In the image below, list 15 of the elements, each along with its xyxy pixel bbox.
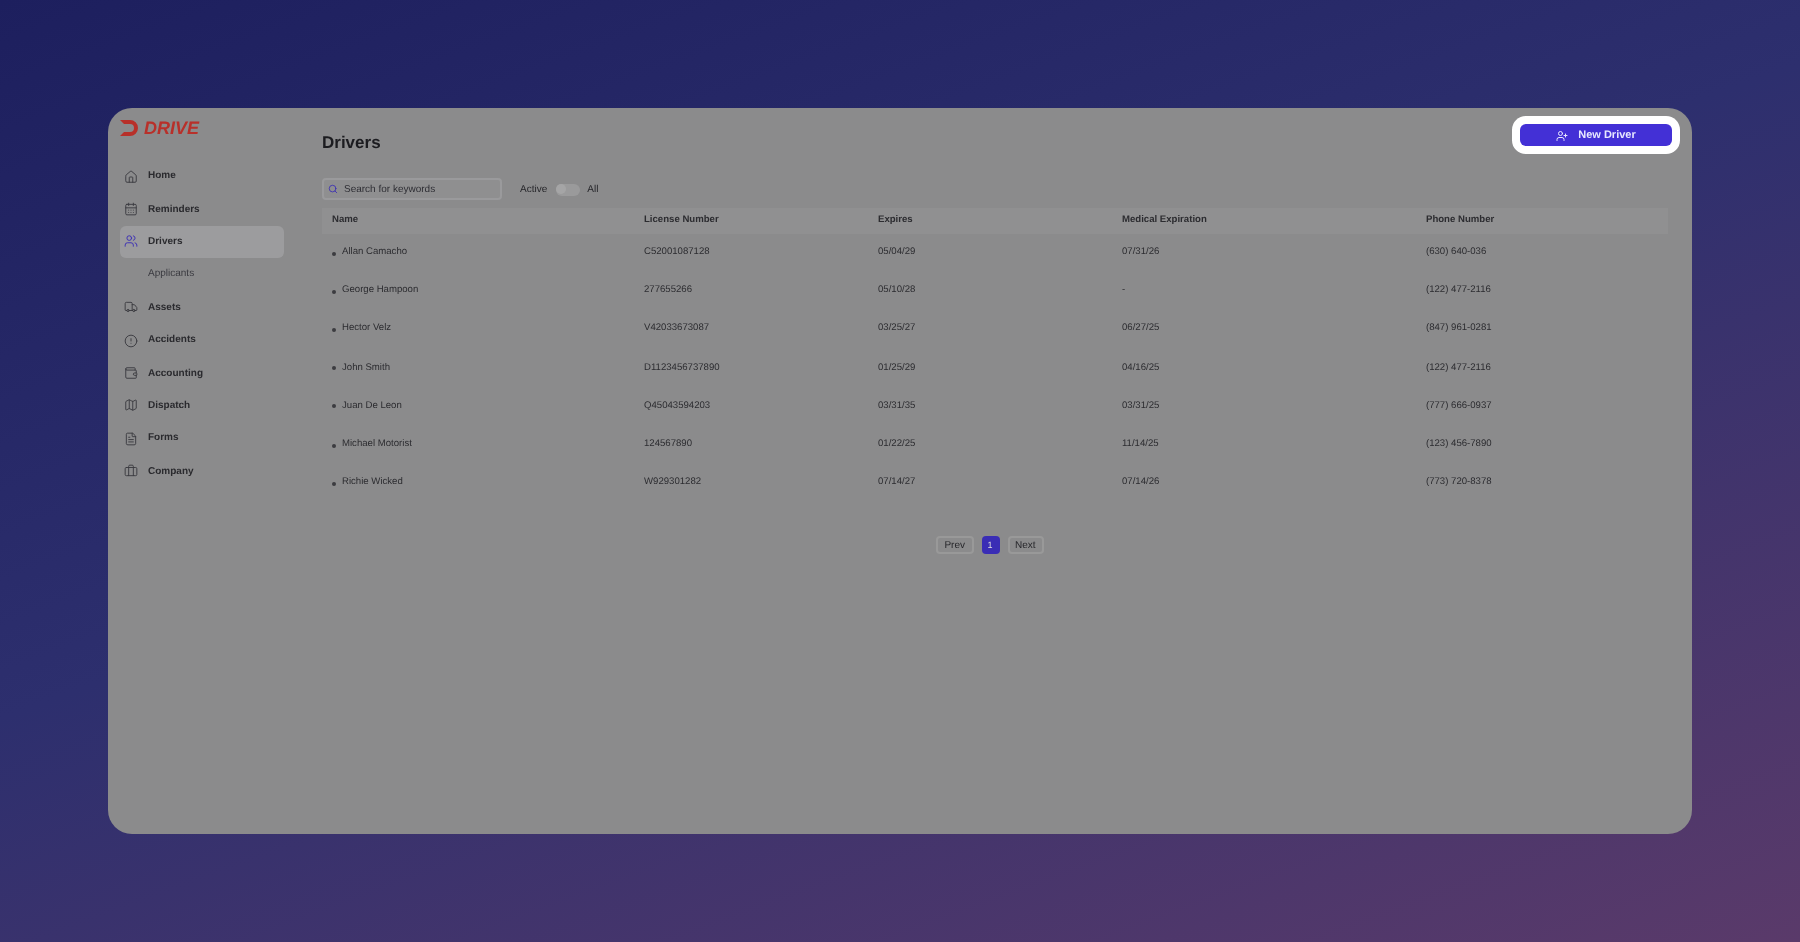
alert-icon bbox=[124, 333, 138, 348]
toggle-switch[interactable] bbox=[555, 183, 580, 195]
map-icon bbox=[124, 398, 138, 413]
add-user-icon bbox=[1556, 129, 1569, 141]
wallet-icon bbox=[124, 366, 138, 381]
briefcase-icon bbox=[124, 464, 138, 479]
calendar-icon bbox=[124, 202, 138, 217]
page-title: Drivers bbox=[322, 132, 381, 152]
search-icon bbox=[328, 184, 338, 194]
document-icon bbox=[124, 431, 138, 446]
home-icon bbox=[124, 169, 138, 184]
truck-icon bbox=[124, 300, 138, 315]
users-icon bbox=[124, 234, 138, 249]
logo-icon bbox=[120, 120, 140, 136]
brand-name: DRIVE bbox=[144, 118, 200, 138]
